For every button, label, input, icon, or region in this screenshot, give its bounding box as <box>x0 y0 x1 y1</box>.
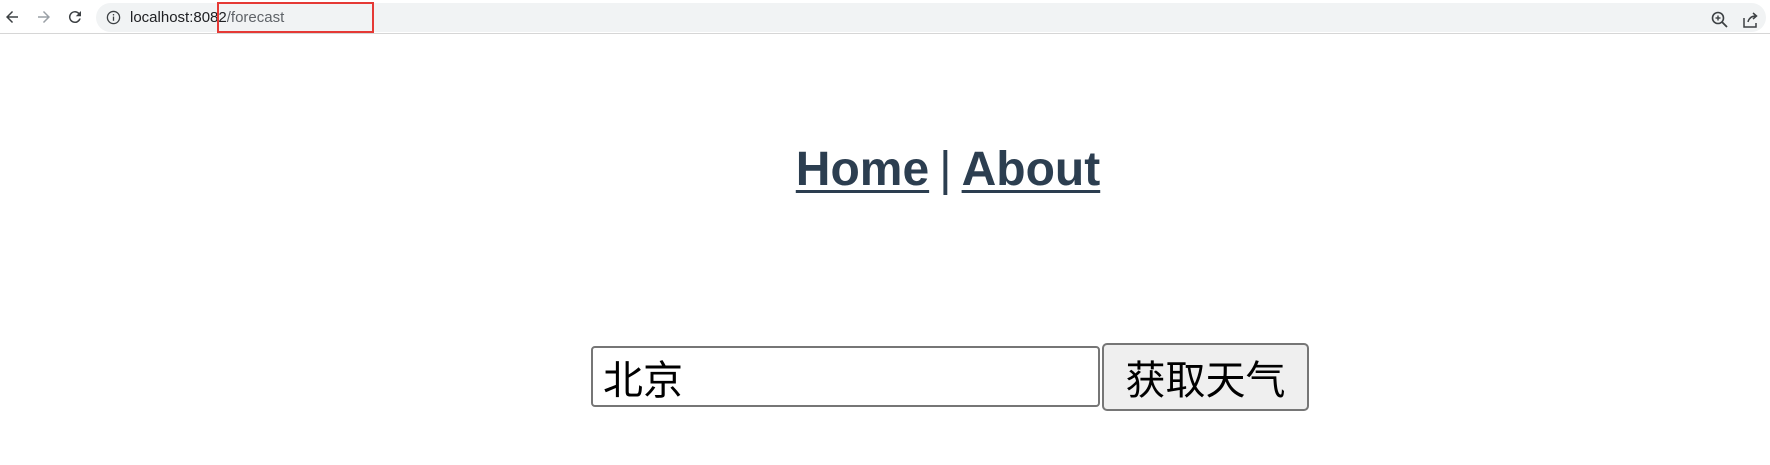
reload-button[interactable] <box>63 5 87 29</box>
url-host: localhost:8082 <box>130 9 227 26</box>
nav-separator: | <box>939 143 952 196</box>
share-icon[interactable] <box>1740 10 1760 30</box>
zoom-icon[interactable] <box>1710 10 1730 30</box>
back-button[interactable] <box>0 5 24 29</box>
info-icon[interactable] <box>106 10 121 25</box>
city-input[interactable] <box>591 346 1100 407</box>
forward-arrow-icon <box>38 11 50 23</box>
back-arrow-icon <box>6 11 18 23</box>
nav-link-home[interactable]: Home <box>796 143 929 196</box>
main-nav: Home | About <box>0 140 1770 200</box>
browser-toolbar: localhost:8082/forecast <box>0 0 1770 34</box>
reload-icon <box>68 11 81 24</box>
get-weather-button[interactable]: 获取天气 <box>1102 343 1309 411</box>
url-highlight-box <box>217 2 374 33</box>
nav-link-about[interactable]: About <box>962 143 1101 196</box>
forward-button[interactable] <box>32 5 56 29</box>
